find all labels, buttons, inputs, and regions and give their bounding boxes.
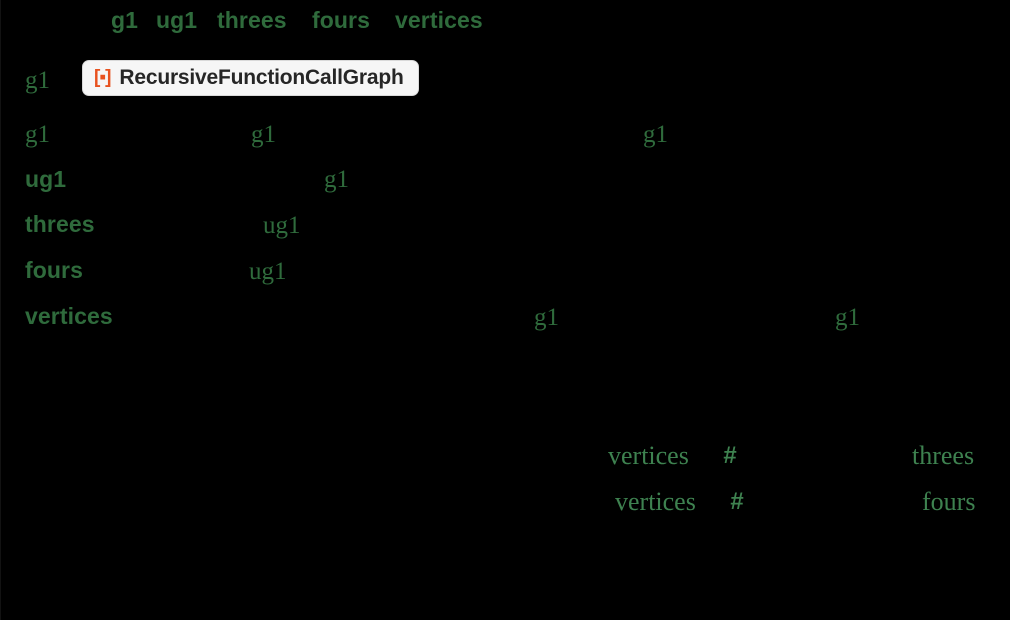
- slot-icon-threes[interactable]: #: [723, 444, 736, 468]
- token-vertices-rhs-g1-a[interactable]: g1: [534, 305, 559, 330]
- pill-label: RecursiveFunctionCallGraph: [119, 66, 404, 89]
- token-ug1-rhs-g1[interactable]: g1: [324, 167, 349, 192]
- header-symbol-fours[interactable]: fours: [312, 9, 370, 32]
- slot-icon-fours[interactable]: #: [730, 490, 743, 514]
- token-g1-body-b[interactable]: g1: [643, 122, 668, 147]
- token-fours-target[interactable]: fours: [922, 489, 975, 515]
- token-threes-target[interactable]: threes: [912, 443, 974, 469]
- lhs-vertices[interactable]: vertices: [25, 305, 113, 328]
- lhs-g1-body[interactable]: g1: [25, 122, 50, 147]
- token-vertices-rhs-g1-b[interactable]: g1: [835, 305, 860, 330]
- lhs-threes[interactable]: threes: [25, 213, 95, 236]
- lhs-g1-definition[interactable]: g1: [25, 68, 50, 93]
- wolfram-resource-icon: [▪]: [94, 67, 111, 88]
- header-symbol-g1[interactable]: g1: [111, 9, 138, 32]
- header-symbol-ug1[interactable]: ug1: [156, 9, 197, 32]
- token-g1-body-a[interactable]: g1: [251, 122, 276, 147]
- recursive-function-call-graph-pill[interactable]: [▪] RecursiveFunctionCallGraph: [82, 60, 419, 96]
- token-fours-rhs-ug1[interactable]: ug1: [249, 259, 287, 284]
- lhs-ug1[interactable]: ug1: [25, 168, 66, 191]
- header-symbol-threes[interactable]: threes: [217, 9, 287, 32]
- token-vertices-select-fours[interactable]: vertices: [615, 489, 696, 515]
- header-symbol-vertices[interactable]: vertices: [395, 9, 483, 32]
- code-canvas: g1 ug1 threes fours vertices g1 [▪] Recu…: [0, 0, 1010, 620]
- lhs-fours[interactable]: fours: [25, 259, 83, 282]
- token-vertices-select-threes[interactable]: vertices: [608, 443, 689, 469]
- token-threes-rhs-ug1[interactable]: ug1: [263, 213, 301, 238]
